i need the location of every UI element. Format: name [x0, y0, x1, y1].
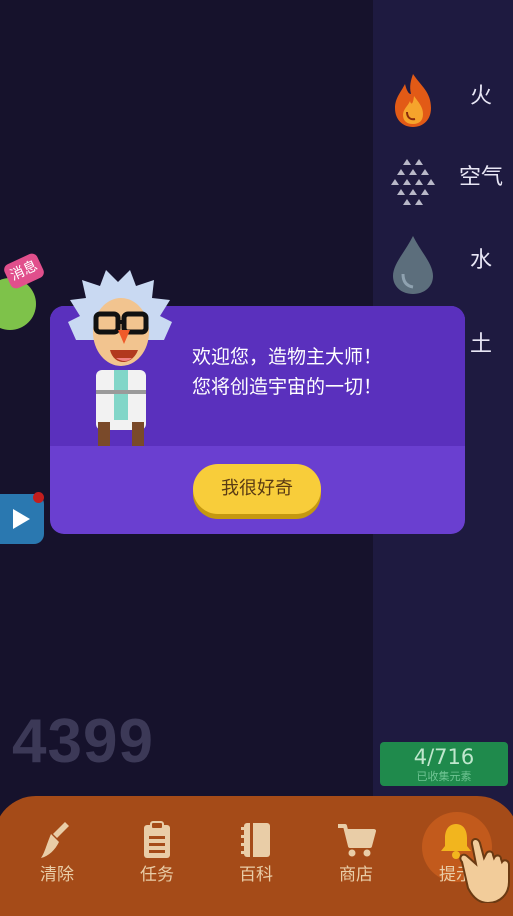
nav-tasks[interactable]: 任务 [122, 820, 192, 890]
nav-label: 百科 [239, 865, 273, 885]
element-fire[interactable]: 火 [373, 64, 513, 134]
progress-counter: 4/716 已收集元素 [380, 742, 508, 786]
fire-icon [395, 74, 431, 127]
nav-label: 清除 [40, 865, 74, 885]
air-icon [391, 159, 435, 205]
nav-label: 任务 [140, 865, 174, 885]
curious-button[interactable]: 我很好奇 [193, 464, 321, 514]
progress-caption: 已收集元素 [416, 770, 472, 783]
dialog-line-2: 您将创造宇宙的一切！ [192, 376, 383, 398]
cart-icon [338, 824, 376, 857]
notification-dot [33, 492, 44, 503]
element-water[interactable]: 水 [373, 228, 513, 298]
element-air[interactable]: 空气 [373, 145, 513, 215]
scientist-avatar [68, 270, 172, 446]
book-icon [241, 823, 270, 857]
dialog-message: 欢迎您，造物主大师！ 您将创造宇宙的一切！ [192, 342, 457, 402]
clipboard-icon [144, 821, 170, 858]
watermark-logo: 4399 [12, 707, 154, 776]
nav-shop[interactable]: 商店 [321, 820, 391, 890]
element-label: 水 [469, 248, 492, 273]
element-label: 空气 [458, 165, 503, 190]
element-label: 火 [469, 84, 492, 109]
pointer-hand-icon [459, 838, 510, 903]
nav-clear[interactable]: 清除 [22, 820, 92, 890]
dialog-line-1: 欢迎您，造物主大师！ [192, 346, 383, 368]
progress-count: 4/716 [413, 745, 475, 769]
nav-label: 商店 [339, 865, 373, 885]
water-drop-icon [393, 236, 433, 294]
broom-icon [41, 822, 69, 858]
nav-encyclopedia[interactable]: 百科 [221, 820, 291, 890]
